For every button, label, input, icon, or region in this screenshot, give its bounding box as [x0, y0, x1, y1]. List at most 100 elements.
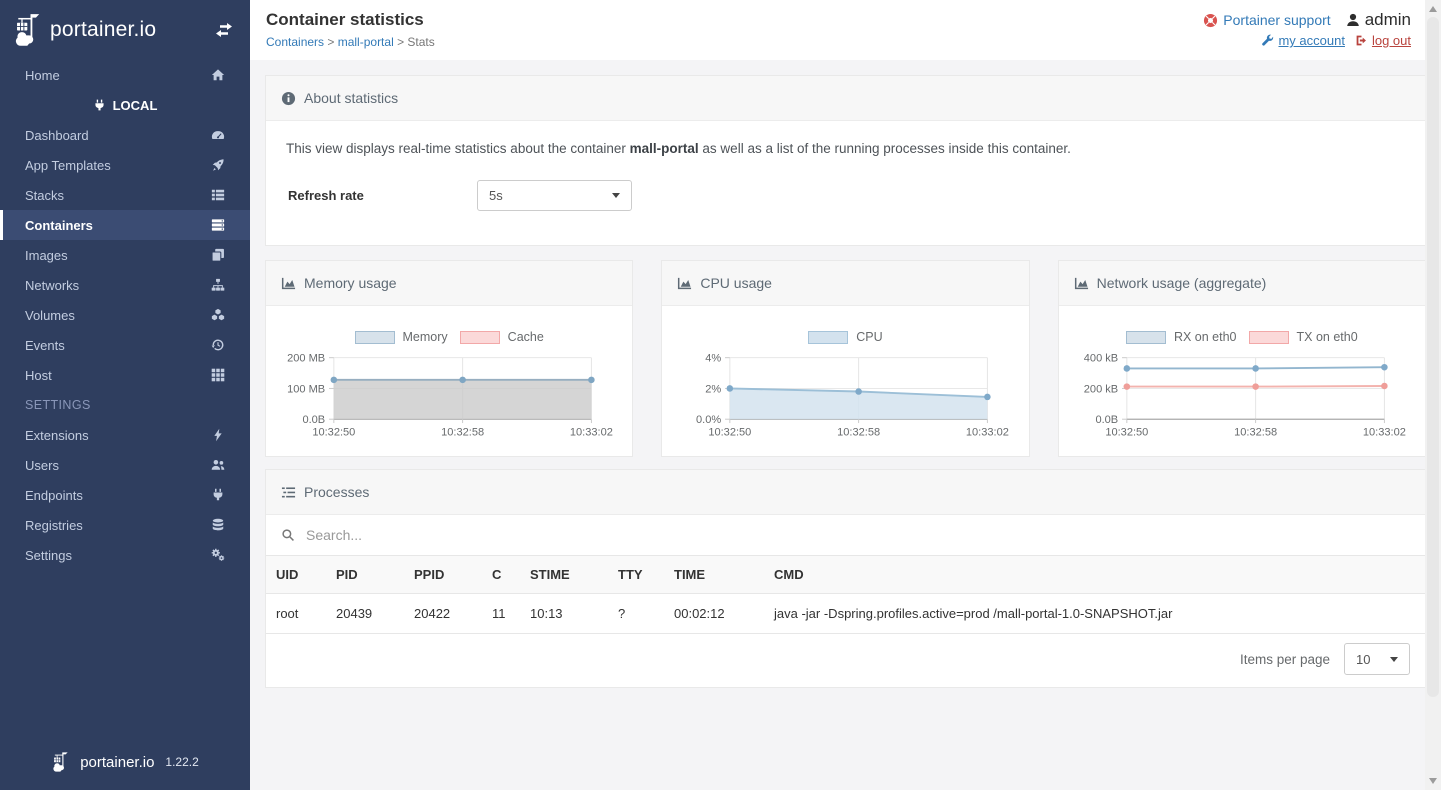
- sidebar-item-dashboard[interactable]: Dashboard: [0, 120, 250, 150]
- items-per-page-select[interactable]: 10: [1344, 643, 1410, 675]
- sidebar-item-volumes[interactable]: Volumes: [0, 300, 250, 330]
- items-per-page-label: Items per page: [1240, 652, 1330, 667]
- grid-icon: [211, 368, 225, 382]
- breadcrumb-containers[interactable]: Containers: [266, 35, 324, 49]
- logo-text[interactable]: portainer.io: [50, 18, 156, 42]
- column-header-time[interactable]: TIME: [664, 556, 764, 594]
- column-header-cmd[interactable]: CMD: [764, 556, 1425, 594]
- network-usage-widget-body: RX on eth0TX on eth0400 kB200 kB0.0B10:3…: [1059, 306, 1425, 456]
- portainer-logo-icon[interactable]: [12, 12, 48, 48]
- logout-link[interactable]: log out: [1355, 33, 1411, 48]
- wrench-icon: [1261, 34, 1274, 47]
- about-description: This view displays real-time statistics …: [286, 141, 1405, 156]
- cell-ppid: 20422: [404, 594, 482, 634]
- sidebar-item-settings[interactable]: Settings: [0, 540, 250, 570]
- svg-text:100 MB: 100 MB: [287, 383, 325, 395]
- legend-swatch: [355, 331, 395, 344]
- sidebar-toggle-icon[interactable]: [214, 23, 234, 37]
- search-input[interactable]: [304, 526, 1410, 544]
- svg-text:0.0B: 0.0B: [302, 414, 325, 426]
- sidebar-footer: portainer.io 1.22.2: [0, 734, 250, 790]
- cpu-usage-chart: 4%2%0.0%10:32:5010:32:5810:33:02: [676, 350, 1014, 440]
- column-header-ppid[interactable]: PPID: [404, 556, 482, 594]
- sidebar-item-app-templates[interactable]: App Templates: [0, 150, 250, 180]
- svg-text:0.0B: 0.0B: [1095, 414, 1118, 426]
- cpu-usage-widget: CPU usageCPU4%2%0.0%10:32:5010:32:5810:3…: [661, 260, 1029, 457]
- cubes-icon: [211, 308, 225, 322]
- about-description-before: This view displays real-time statistics …: [286, 141, 630, 156]
- caret-down-icon: [1390, 657, 1398, 662]
- sidebar-item-label: Images: [25, 248, 211, 263]
- svg-text:4%: 4%: [706, 353, 722, 365]
- legend-item: CPU: [808, 330, 882, 344]
- table-row: root20439204221110:13?00:02:12java -jar …: [266, 594, 1425, 634]
- sidebar-item-users[interactable]: Users: [0, 450, 250, 480]
- portainer-support-link[interactable]: Portainer support: [1203, 12, 1330, 28]
- sidebar-item-label: Host: [25, 368, 211, 383]
- legend-swatch: [808, 331, 848, 344]
- vertical-scrollbar[interactable]: [1425, 0, 1441, 790]
- column-header-pid[interactable]: PID: [326, 556, 404, 594]
- area-chart-icon: [281, 276, 296, 291]
- rocket-icon: [211, 158, 225, 172]
- breadcrumb-stats: Stats: [407, 35, 434, 49]
- legend-item: RX on eth0: [1126, 330, 1237, 344]
- svg-text:200 MB: 200 MB: [287, 353, 325, 365]
- home-icon: [211, 68, 225, 82]
- my-account-label: my account: [1278, 33, 1344, 48]
- breadcrumb-separator: >: [394, 35, 408, 49]
- column-header-stime[interactable]: STIME: [520, 556, 608, 594]
- sidebar-item-stacks[interactable]: Stacks: [0, 180, 250, 210]
- user-icon: [1345, 12, 1361, 28]
- container-name: mall-portal: [630, 141, 699, 156]
- sidebar-item-label: Users: [25, 458, 211, 473]
- scroll-down-arrow-icon[interactable]: [1429, 778, 1437, 784]
- refresh-rate-select[interactable]: 5s: [477, 180, 632, 211]
- scrollbar-thumb[interactable]: [1427, 17, 1439, 697]
- svg-text:2%: 2%: [706, 383, 722, 395]
- sidebar-item-home[interactable]: Home: [0, 60, 250, 90]
- logout-label: log out: [1372, 33, 1411, 48]
- sidebar-item-host[interactable]: Host: [0, 360, 250, 390]
- about-description-after: as well as a list of the running process…: [699, 141, 1071, 156]
- my-account-link[interactable]: my account: [1261, 33, 1344, 48]
- network-usage-widget-header: Network usage (aggregate): [1059, 261, 1425, 306]
- info-circle-icon: [281, 91, 296, 106]
- sidebar-item-containers[interactable]: Containers: [0, 210, 250, 240]
- sidebar-item-images[interactable]: Images: [0, 240, 250, 270]
- sidebar-item-endpoints[interactable]: Endpoints: [0, 480, 250, 510]
- chart-title: CPU usage: [700, 275, 772, 291]
- sidebar-menu: HomeLOCALDashboardApp TemplatesStacksCon…: [0, 60, 250, 570]
- svg-text:10:33:02: 10:33:02: [570, 427, 613, 439]
- breadcrumb-mall-portal[interactable]: mall-portal: [338, 35, 394, 49]
- cell-tty: ?: [608, 594, 664, 634]
- scroll-up-arrow-icon[interactable]: [1429, 6, 1437, 12]
- sidebar-item-networks[interactable]: Networks: [0, 270, 250, 300]
- column-header-c[interactable]: C: [482, 556, 520, 594]
- main-area: Container statistics Containers > mall-p…: [250, 0, 1441, 790]
- breadcrumb: Containers > mall-portal > Stats: [266, 35, 435, 49]
- bolt-icon: [211, 428, 225, 442]
- sidebar-item-events[interactable]: Events: [0, 330, 250, 360]
- about-widget-header: About statistics: [266, 76, 1425, 121]
- cpu-usage-widget-header: CPU usage: [662, 261, 1028, 306]
- column-header-uid[interactable]: UID: [266, 556, 326, 594]
- tachometer-icon: [211, 128, 225, 142]
- sidebar-item-label: Extensions: [25, 428, 211, 443]
- footer-logo-text: portainer.io: [80, 754, 154, 771]
- area-chart-icon: [1074, 276, 1089, 291]
- processes-search-row: [266, 515, 1425, 556]
- memory-usage-chart: 200 MB100 MB0.0B10:32:5010:32:5810:33:02: [280, 350, 618, 440]
- cell-uid: root: [266, 594, 326, 634]
- sign-out-icon: [1355, 34, 1368, 47]
- current-user: admin: [1345, 10, 1411, 30]
- sidebar-item-label: Stacks: [25, 188, 211, 203]
- sidebar-item-extensions[interactable]: Extensions: [0, 420, 250, 450]
- items-per-page-value: 10: [1356, 652, 1370, 667]
- gears-icon: [211, 548, 225, 562]
- sidebar-header: portainer.io: [0, 0, 250, 60]
- legend-item: Cache: [460, 330, 544, 344]
- column-header-tty[interactable]: TTY: [608, 556, 664, 594]
- sidebar-item-registries[interactable]: Registries: [0, 510, 250, 540]
- network-usage-chart: 400 kB200 kB0.0B10:32:5010:32:5810:33:02: [1073, 350, 1411, 440]
